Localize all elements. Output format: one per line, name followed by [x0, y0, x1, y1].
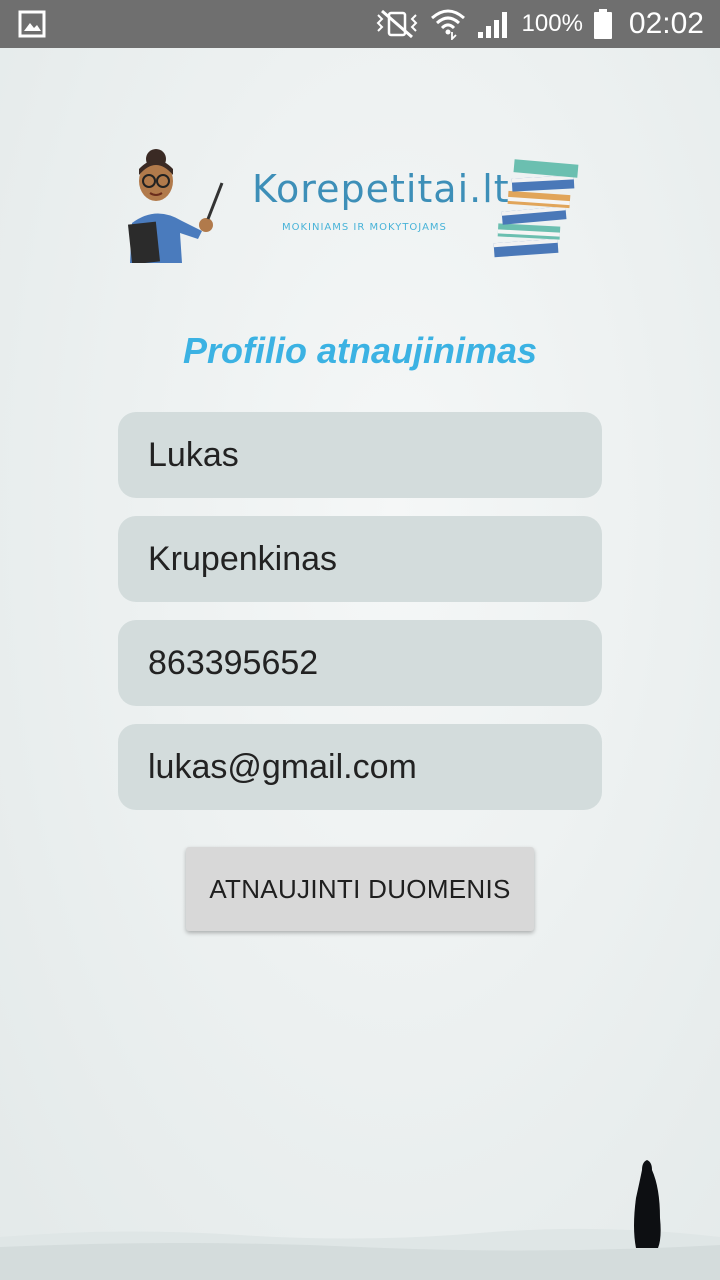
brand-tagline: MOKINIAMS IR MOKYTOJAMS: [282, 222, 447, 233]
vibrate-icon: [376, 9, 417, 39]
email-field[interactable]: [118, 724, 602, 810]
brand-name: Korepetitai.lt: [252, 167, 510, 211]
teacher-illustration-icon: [127, 149, 224, 263]
snow-ground-decoration: [0, 1228, 720, 1280]
signal-icon: [477, 12, 507, 38]
gallery-icon: [18, 10, 46, 38]
clock: 02:02: [628, 7, 704, 40]
battery-percent: 100%: [521, 10, 583, 37]
battery-icon: [593, 9, 612, 39]
brand-header: Korepetitai.lt MOKINIAMS IR MOKYTOJAMS: [0, 135, 720, 270]
cloaked-figure-decoration: [634, 1160, 661, 1248]
books-stack-icon: [493, 159, 579, 258]
last-name-field[interactable]: [118, 516, 602, 602]
update-data-button[interactable]: ATNAUJINTI DUOMENIS: [186, 847, 534, 931]
page-title: Profilio atnaujinimas: [182, 330, 538, 371]
wifi-icon: [430, 9, 465, 40]
status-bar: 100% 02:02: [0, 0, 720, 48]
first-name-field[interactable]: [118, 412, 602, 498]
status-icons: 100% 02:02: [374, 0, 704, 48]
phone-field[interactable]: [118, 620, 602, 706]
